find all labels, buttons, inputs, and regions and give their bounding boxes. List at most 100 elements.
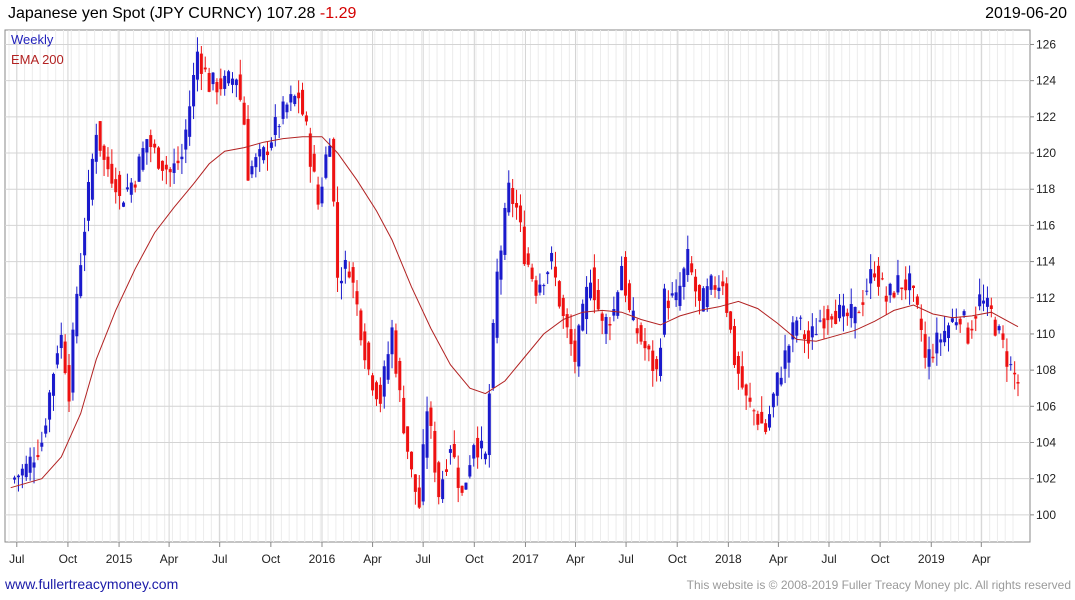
candle-body xyxy=(974,316,978,319)
candle-body xyxy=(102,145,106,160)
candle-body xyxy=(993,319,997,336)
candle-body xyxy=(861,302,865,305)
candle-body xyxy=(694,276,698,292)
candle-body xyxy=(262,147,266,161)
candle-body xyxy=(557,281,561,307)
candle-body xyxy=(48,392,52,420)
candle-body xyxy=(935,332,939,354)
candle xyxy=(394,323,398,378)
candle-body xyxy=(266,151,270,156)
candle-body xyxy=(732,326,736,366)
candle-body xyxy=(705,286,709,308)
candle-body xyxy=(180,156,184,160)
candle-body xyxy=(655,359,659,370)
candle-body xyxy=(347,271,351,278)
candle-body xyxy=(958,318,962,325)
candle-body xyxy=(398,361,402,391)
candle-body xyxy=(297,92,301,99)
candle-body xyxy=(207,73,211,92)
candle-body xyxy=(748,397,752,402)
candle-body xyxy=(962,311,966,316)
candle-body xyxy=(752,410,756,412)
y-tick-label: 106 xyxy=(1036,399,1056,413)
candle-body xyxy=(94,134,98,162)
candle-body xyxy=(822,318,826,329)
candle-body xyxy=(468,465,472,477)
x-tick-label: 2017 xyxy=(512,552,539,566)
candle-body xyxy=(1009,364,1013,366)
candle-body xyxy=(834,310,838,325)
candle-body xyxy=(526,253,530,265)
candle-body xyxy=(359,310,363,341)
candle-body xyxy=(826,309,830,321)
y-tick-label: 126 xyxy=(1036,37,1056,51)
candle-body xyxy=(970,328,974,331)
candle-body xyxy=(841,305,845,317)
candle-body xyxy=(188,106,192,137)
candle-body xyxy=(483,453,487,460)
candle-body xyxy=(86,182,90,221)
candle xyxy=(662,283,666,338)
candle-body xyxy=(923,334,927,358)
candle-body xyxy=(915,296,919,305)
candle-body xyxy=(59,334,63,349)
candle-body xyxy=(678,285,682,306)
candle-body xyxy=(865,290,869,292)
candle-body xyxy=(647,345,651,350)
candle-body xyxy=(114,179,118,193)
candle-body xyxy=(230,78,234,85)
candle-body xyxy=(503,207,507,255)
y-tick-label: 110 xyxy=(1036,327,1055,341)
candle-body xyxy=(950,318,954,322)
candle xyxy=(359,308,363,346)
candle-body xyxy=(635,328,639,334)
candle-body xyxy=(164,164,168,170)
x-tick-label: Apr xyxy=(972,552,991,566)
x-tick-label: Jul xyxy=(618,552,633,566)
candle xyxy=(627,279,631,313)
candle-body xyxy=(1005,351,1009,367)
y-axis: 100 102 104 106 108 110 112 114 116 118 120 122 124 1… xyxy=(1030,37,1056,522)
x-tick-label: 2018 xyxy=(715,552,742,566)
candle-body xyxy=(997,326,1001,331)
candle-body xyxy=(28,456,32,473)
candle-body xyxy=(604,316,608,334)
candle-body xyxy=(452,443,456,458)
candle-body xyxy=(129,182,133,195)
candle-body xyxy=(339,280,343,284)
candle-body xyxy=(464,482,468,490)
y-tick-label: 122 xyxy=(1036,110,1056,124)
candle-body xyxy=(511,188,515,204)
x-tick-label: Apr xyxy=(769,552,788,566)
candle-body xyxy=(869,269,873,284)
candle xyxy=(701,286,705,312)
website-link[interactable]: www.fullertreacymoney.com xyxy=(5,576,178,592)
candle-body xyxy=(682,268,686,287)
x-tick-label: Oct xyxy=(59,552,78,566)
candle-body xyxy=(472,445,476,459)
candle-body xyxy=(709,275,713,290)
candle-body xyxy=(947,325,951,339)
candle xyxy=(157,146,161,170)
candle-body xyxy=(659,347,663,377)
candle-body xyxy=(744,384,748,396)
candle-body xyxy=(441,479,445,500)
x-tick-label: Jul xyxy=(415,552,430,566)
candle-body xyxy=(662,288,666,335)
y-tick-label: 112 xyxy=(1036,291,1055,305)
candle-body xyxy=(374,382,378,400)
candle-body xyxy=(919,318,923,331)
candle-body xyxy=(417,487,421,508)
candle xyxy=(581,299,585,332)
candle-body xyxy=(491,322,495,388)
candle-body xyxy=(390,327,394,355)
legend-weekly: Weekly xyxy=(11,32,54,47)
candle-body xyxy=(157,147,161,169)
candle-body xyxy=(51,373,55,396)
candle-body xyxy=(277,126,281,128)
candle-body xyxy=(931,356,935,359)
candle-body xyxy=(857,312,861,314)
candle xyxy=(616,290,620,319)
x-tick-label: Apr xyxy=(566,552,585,566)
candle-body xyxy=(518,205,522,223)
